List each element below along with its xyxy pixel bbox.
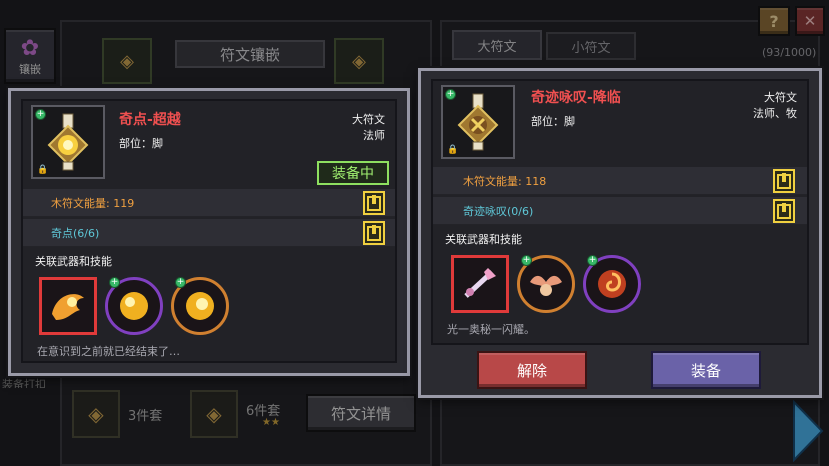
rune-card-right: + 🔒 奇迹咏叹-降临 部位：脚 大符文 法师、牧 木符文能量: 118 奇迹咏…: [418, 68, 822, 398]
inlay-tab-label: 镶嵌: [19, 62, 41, 76]
set-stat: 奇点(6/6): [51, 226, 100, 240]
rune-part: 部位：脚: [119, 137, 163, 150]
set-stat: 奇迹咏叹(0/6): [463, 204, 534, 218]
set-3-slot[interactable]: ◈: [72, 390, 120, 438]
inlay-icon: ✿: [20, 35, 40, 61]
energy-stat: 木符文能量: 118: [463, 174, 547, 188]
rune-name: 奇迹咏叹-降临: [531, 90, 621, 106]
rune-slot-icon: ◈: [120, 50, 134, 72]
rune-class: 法师、牧: [753, 107, 797, 120]
upgrade-dot-icon: +: [109, 277, 120, 288]
set-row: 奇点(6/6): [23, 219, 395, 247]
rune-details-button[interactable]: 符文详情: [306, 394, 416, 432]
lock-toggle-button[interactable]: [773, 169, 795, 193]
upgrade-dot-icon: +: [587, 255, 598, 266]
inlay-tab[interactable]: ✿ 镶嵌: [4, 28, 56, 84]
tab-big-rune-label: 大符文: [477, 39, 517, 55]
rune-details-label: 符文详情: [330, 404, 391, 423]
weapon-slot[interactable]: [39, 277, 97, 335]
equipped-badge-label: 装备中: [332, 166, 374, 182]
orb-skill-icon: [120, 292, 148, 320]
next-arrow-button[interactable]: [790, 399, 826, 463]
lock-toggle-button[interactable]: [773, 199, 795, 223]
rune-miracle-icon: [457, 93, 499, 151]
panel-header-title: 符文镶嵌: [219, 45, 280, 64]
rune-singularity-icon: [47, 113, 89, 171]
close-icon: ✕: [803, 12, 817, 30]
rune-slot-icon: ◈: [352, 50, 366, 72]
upgrade-dot-icon: +: [175, 277, 186, 288]
lock-toggle-button[interactable]: [363, 221, 385, 245]
lock-icon: [777, 203, 791, 219]
rune-icon: ◈: [88, 402, 104, 426]
upgrade-dot-icon: +: [521, 255, 532, 266]
tab-small-rune[interactable]: 小符文: [546, 32, 636, 60]
set-row: 奇迹咏叹(0/6): [433, 197, 807, 225]
related-header: 关联武器和技能: [35, 255, 112, 268]
upgrade-dot-icon: +: [445, 89, 456, 100]
angel-skill-icon: [530, 275, 562, 296]
partial-label: 装备打扣: [2, 378, 46, 388]
set-3-label: 3件套: [128, 409, 163, 424]
energy-stat: 木符文能量: 119: [51, 196, 135, 210]
unequip-button[interactable]: 解除: [477, 351, 587, 389]
close-button[interactable]: ✕: [795, 6, 825, 36]
flavor-text: 在意识到之前就已经结束了…: [37, 345, 180, 358]
lock-icon: [777, 173, 791, 189]
lock-icon: [367, 195, 381, 211]
equip-button[interactable]: 装备: [651, 351, 761, 389]
rune-name: 奇点-超越: [119, 112, 181, 128]
energy-row: 木符文能量: 118: [433, 167, 807, 195]
arrow-right-icon: [793, 399, 824, 463]
rune-icon: ◈: [206, 402, 222, 426]
lock-small-icon: 🔒: [447, 145, 459, 155]
panel-header: 符文镶嵌: [175, 40, 325, 68]
lock-toggle-button[interactable]: [363, 191, 385, 215]
lock-small-icon: 🔒: [37, 165, 49, 175]
wand-weapon-icon: [464, 268, 496, 298]
energy-row: 木符文能量: 119: [23, 189, 395, 217]
set-6-slot[interactable]: ◈: [190, 390, 238, 438]
unequip-button-label: 解除: [516, 361, 547, 380]
rune-slot-left[interactable]: ◈: [102, 38, 152, 84]
help-button[interactable]: ?: [758, 6, 790, 36]
orb-skill-icon: [186, 292, 214, 320]
rune-count: (93/1000): [762, 46, 817, 59]
flavor-text: 光一奥秘一闪耀。: [447, 323, 535, 336]
equipped-badge: 装备中: [317, 161, 389, 185]
rune-card-left: + 🔒 奇点-超越 部位：脚 大符文 法师 装备中 木符文能量: 119 奇点(…: [8, 88, 410, 376]
help-icon: ?: [769, 11, 779, 31]
rune-slot-right[interactable]: ◈: [334, 38, 384, 84]
rune-class: 法师: [363, 129, 385, 142]
rune-category: 大符文: [352, 113, 385, 126]
vortex-skill-icon: [598, 270, 626, 298]
lock-icon: [367, 225, 381, 241]
rune-icon-frame: + 🔒: [441, 85, 515, 159]
rune-category: 大符文: [764, 91, 797, 104]
upgrade-dot-icon: +: [35, 109, 46, 120]
tab-small-rune-label: 小符文: [571, 40, 611, 56]
related-header: 关联武器和技能: [445, 233, 522, 246]
equip-button-label: 装备: [690, 361, 721, 380]
fire-weapon-icon: [52, 294, 84, 320]
rune-part: 部位：脚: [531, 115, 575, 128]
rune-icon-frame: + 🔒: [31, 105, 105, 179]
tab-big-rune[interactable]: 大符文: [452, 30, 542, 60]
set-6-stars: ★★: [262, 417, 280, 428]
weapon-slot[interactable]: [451, 255, 509, 313]
